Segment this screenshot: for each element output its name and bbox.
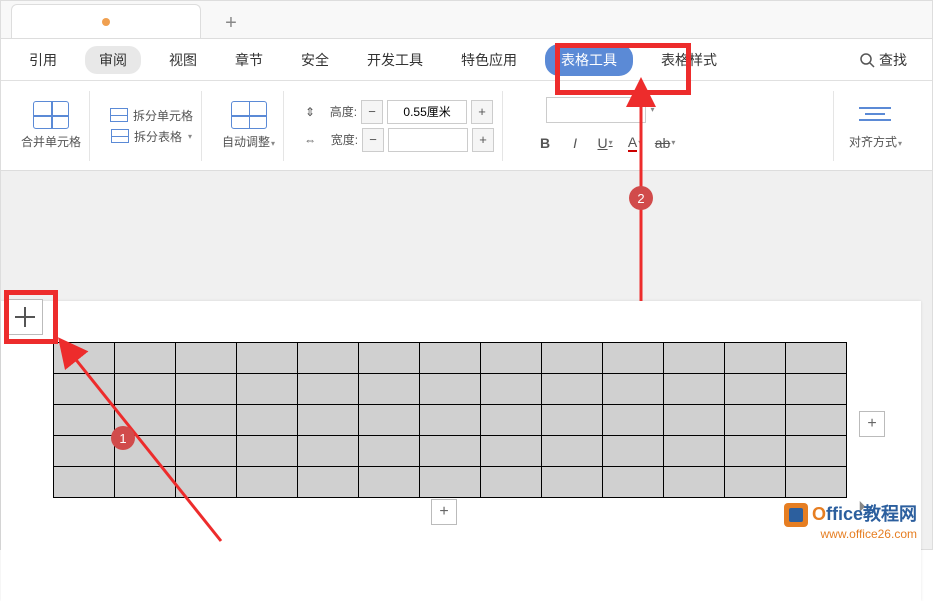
move-icon	[15, 307, 35, 327]
table-row[interactable]	[54, 374, 847, 405]
fill-color-picker[interactable]	[546, 97, 646, 123]
document-tab-bar: +	[1, 1, 932, 39]
add-tab-button[interactable]: +	[216, 8, 246, 38]
merge-cells-group[interactable]: 合并单元格	[13, 91, 90, 161]
height-input[interactable]	[387, 100, 467, 124]
height-icon: ⇕	[305, 105, 315, 119]
add-row-button[interactable]: +	[431, 499, 457, 525]
table-move-handle[interactable]	[7, 299, 43, 335]
width-increase[interactable]: +	[472, 128, 494, 152]
align-icon	[857, 101, 893, 129]
menu-references[interactable]: 引用	[19, 46, 67, 74]
table-row[interactable]	[54, 467, 847, 498]
width-label: 宽度:	[320, 131, 358, 148]
autofit-group[interactable]: 自动调整▾	[214, 91, 284, 161]
ribbon-toolbar: 合并单元格 拆分单元格 拆分表格▾ 自动调整▾ ⇕ 高度: − + ⇔ 宽度: …	[1, 81, 932, 171]
height-label: 高度:	[319, 103, 357, 120]
italic-button[interactable]: I	[563, 131, 587, 155]
menu-chapter[interactable]: 章节	[225, 46, 273, 74]
menu-view[interactable]: 视图	[159, 46, 207, 74]
split-table-button[interactable]: 拆分表格▾	[111, 128, 192, 145]
chevron-down-icon: ▾	[188, 132, 192, 141]
menu-special[interactable]: 特色应用	[451, 46, 527, 74]
chevron-down-icon: ▾	[651, 105, 655, 114]
menu-review[interactable]: 审阅	[85, 46, 141, 74]
menu-table-tools[interactable]: 表格工具	[545, 44, 633, 76]
logo-icon	[784, 503, 808, 527]
unsaved-dot-icon	[102, 18, 110, 26]
dimensions-group: ⇕ 高度: − + ⇔ 宽度: − +	[296, 91, 503, 161]
font-color-button[interactable]: A▾	[623, 131, 647, 155]
merge-cells-icon	[33, 101, 69, 129]
table-row[interactable]	[54, 343, 847, 374]
bold-button[interactable]: B	[533, 131, 557, 155]
autofit-icon	[231, 101, 267, 129]
watermark: Office教程网 www.office26.com	[784, 500, 917, 541]
height-increase[interactable]: +	[471, 100, 493, 124]
merge-cells-label: 合并单元格	[21, 133, 81, 150]
menu-table-style[interactable]: 表格样式	[651, 46, 727, 74]
fill-color-group: ▾ B I U▾ A▾ ab▾	[515, 91, 685, 161]
document-table[interactable]	[53, 342, 847, 498]
width-icon: ⇔	[304, 133, 316, 147]
annotation-badge-2: 2	[629, 186, 653, 210]
split-table-icon	[111, 129, 129, 143]
table-row[interactable]	[54, 405, 847, 436]
width-input[interactable]	[388, 128, 468, 152]
menu-developer[interactable]: 开发工具	[357, 46, 433, 74]
chevron-down-icon: ▾	[271, 139, 275, 148]
annotation-badge-1: 1	[111, 426, 135, 450]
split-cells-button[interactable]: 拆分单元格	[110, 107, 193, 124]
menu-security[interactable]: 安全	[291, 46, 339, 74]
height-decrease[interactable]: −	[361, 100, 383, 124]
align-group[interactable]: 对齐方式▾	[833, 91, 910, 161]
document-tab[interactable]	[11, 4, 201, 38]
search-icon	[859, 52, 875, 68]
add-column-button[interactable]: +	[859, 411, 885, 437]
underline-button[interactable]: U▾	[593, 131, 617, 155]
width-decrease[interactable]: −	[362, 128, 384, 152]
highlight-button[interactable]: ab▾	[653, 131, 677, 155]
table-row[interactable]	[54, 436, 847, 467]
split-cells-icon	[110, 108, 128, 122]
watermark-url: www.office26.com	[784, 527, 917, 541]
split-group: 拆分单元格 拆分表格▾	[102, 91, 202, 161]
find-button[interactable]: 查找	[859, 50, 907, 70]
menu-bar: 引用 审阅 视图 章节 安全 开发工具 特色应用 表格工具 表格样式 查找	[1, 39, 932, 81]
